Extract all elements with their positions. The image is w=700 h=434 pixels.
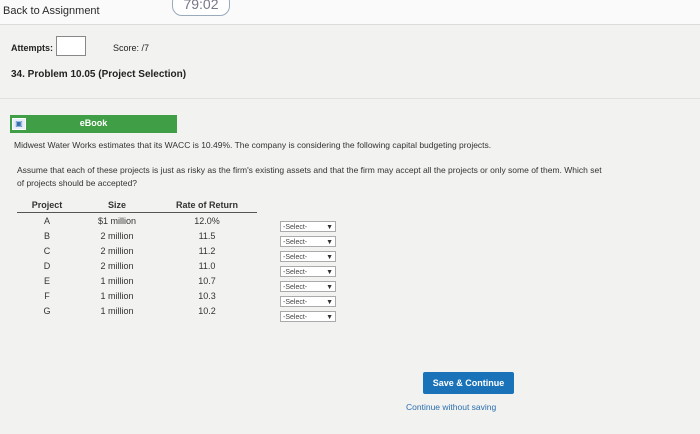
rate-cell: 10.3 [198,290,216,301]
intro-text: Midwest Water Works estimates that its W… [14,140,492,150]
select-value: -Select- [283,239,308,246]
size-cell: 1 million [100,290,134,301]
select-dropdown-f[interactable]: -Select- ▼ [280,296,336,307]
table-row: C 2 million 11.2 [17,243,257,258]
attempts-box [56,36,86,56]
select-value: -Select- [283,284,308,291]
project-cell: E [43,275,50,286]
table-row: E 1 million 10.7 [17,273,257,288]
select-value: -Select- [283,299,308,306]
select-dropdown-g[interactable]: -Select- ▼ [280,311,336,322]
rate-cell: 11.5 [198,230,216,241]
select-value: -Select- [283,224,308,231]
rate-cell: 10.7 [198,275,216,286]
select-value: -Select- [283,269,308,276]
select-value: -Select- [283,314,308,321]
select-dropdown-e[interactable]: -Select- ▼ [280,281,336,292]
size-cell: 2 million [100,230,134,241]
table-row: F 1 million 10.3 [17,288,257,303]
project-cell: A [43,215,50,226]
save-and-continue-button[interactable]: Save & Continue [423,372,514,394]
select-dropdown-c[interactable]: -Select- ▼ [280,251,336,262]
table-row: A $1 million 12.0% [17,213,257,229]
project-cell: B [43,230,50,241]
select-dropdown-d[interactable]: -Select- ▼ [280,266,336,277]
size-cell: 1 million [100,305,134,316]
table-row: G 1 million 10.2 [17,303,257,318]
ebook-label: eBook [79,118,108,128]
project-cell: G [43,305,51,316]
rate-cell: 10.2 [198,305,216,316]
chevron-down-icon: ▼ [326,314,333,321]
size-cell: 1 million [100,275,134,286]
table-header-row: Project Size Rate of Return [17,198,257,213]
continue-without-saving-link[interactable]: Continue without saving [406,402,496,412]
chevron-down-icon: ▼ [326,284,333,291]
projects-table: Project Size Rate of Return A $1 million… [17,198,257,318]
timer: 79:02 [172,0,230,16]
rate-cell: 12.0% [194,215,220,226]
project-cell: F [44,290,50,301]
table-row: D 2 million 11.0 [17,258,257,273]
size-cell: 2 million [100,245,134,256]
chevron-down-icon: ▼ [326,254,333,261]
chevron-down-icon: ▼ [326,269,333,276]
attempts-label: Attempts: [11,43,53,53]
header-project: Project [17,198,77,213]
select-dropdown-a[interactable]: -Select- ▼ [280,221,336,232]
rate-cell: 11.2 [198,245,216,256]
header-rate: Rate of Return [157,198,257,213]
select-dropdown-b[interactable]: -Select- ▼ [280,236,336,247]
rate-cell: 11.0 [198,260,216,271]
divider [0,98,700,99]
header-size: Size [77,198,157,213]
table-row: B 2 million 11.5 [17,228,257,243]
chevron-down-icon: ▼ [326,239,333,246]
chevron-down-icon: ▼ [326,299,333,306]
ebook-button[interactable]: ▣ eBook [10,115,177,133]
problem-title: 34. Problem 10.05 (Project Selection) [11,69,187,80]
back-to-assignment-link[interactable]: Back to Assignment [3,5,100,17]
project-cell: D [43,260,51,271]
question-line-1: Assume that each of these projects is ju… [17,165,602,175]
size-cell: 2 million [100,260,134,271]
top-bar: Back to Assignment 79:02 [0,0,700,25]
chevron-down-icon: ▼ [326,224,333,231]
select-value: -Select- [283,254,308,261]
size-cell: $1 million [97,215,137,226]
project-cell: C [43,245,51,256]
question-line-2: of projects should be accepted? [17,178,138,188]
score-label: Score: /7 [113,43,150,53]
